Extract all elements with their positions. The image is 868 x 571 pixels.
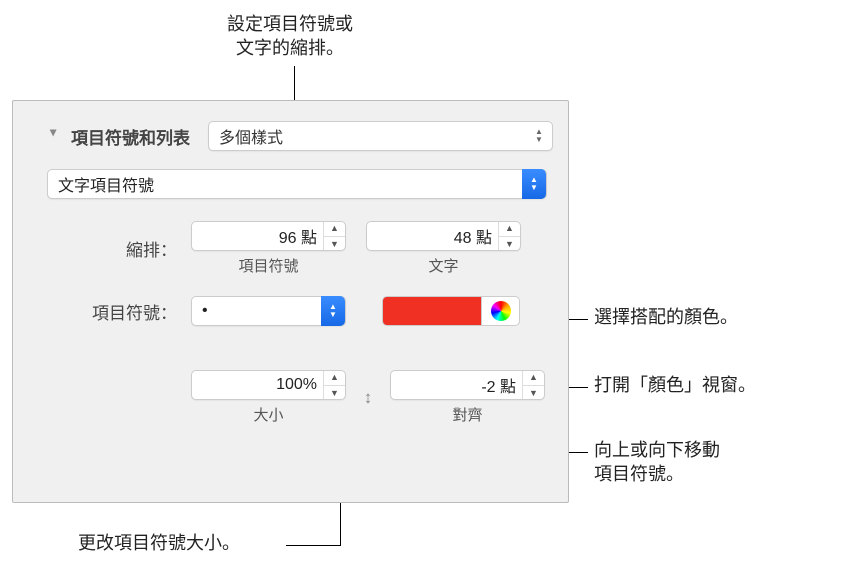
stepper-arrows-icon[interactable]: ▲▼ (522, 370, 544, 400)
bullet-type-value: 文字項目符號 (58, 172, 522, 196)
bullet-type-select[interactable]: 文字項目符號 ▲▼ (47, 169, 547, 199)
size-sublabel: 大小 (191, 404, 346, 425)
size-stepper[interactable]: 100% ▲▼ (191, 370, 346, 400)
callout-colorwin-text: 打開「顏色」視窗。 (594, 375, 756, 395)
updown-icon: ▲▼ (321, 296, 345, 326)
indent-text-stepper[interactable]: 48 點 ▲▼ (366, 221, 521, 251)
indent-group: 96 點 ▲▼ 項目符號 48 點 ▲▼ 文字 (191, 221, 521, 276)
size-align-row: 100% ▲▼ 大小 ↕ -2 點 ▲▼ 對齊 (191, 370, 553, 425)
color-wheel-icon (491, 301, 511, 321)
callout-move: 向上或向下移動 項目符號。 (594, 438, 720, 487)
size-value: 100% (192, 376, 323, 394)
color-picker-button[interactable] (482, 296, 520, 326)
callout-size-text: 更改項目符號大小。 (78, 533, 240, 553)
indent-row: 縮排： 96 點 ▲▼ 項目符號 48 點 ▲▼ 文字 (47, 221, 553, 276)
indent-text-col: 48 點 ▲▼ 文字 (366, 221, 521, 276)
section-header: ▸ 項目符號和列表 多個樣式 ▲▼ (47, 121, 553, 151)
indent-bullet-col: 96 點 ▲▼ 項目符號 (191, 221, 346, 276)
indent-bullet-sublabel: 項目符號 (191, 255, 346, 276)
format-panel: ▸ 項目符號和列表 多個樣式 ▲▼ 文字項目符號 ▲▼ 縮排： 96 點 ▲▼ … (12, 100, 569, 503)
indent-bullet-value: 96 點 (192, 224, 323, 248)
indent-label: 縮排： (47, 236, 177, 261)
callout-color: 選擇搭配的顏色。 (594, 305, 738, 329)
stepper-arrows-icon[interactable]: ▲▼ (323, 370, 345, 400)
callout-indent-text: 設定項目符號或 文字的縮排。 (227, 14, 353, 58)
bullet-char-select[interactable]: • ▲▼ (191, 296, 346, 326)
leader-size-h (286, 545, 341, 546)
indent-text-sublabel: 文字 (366, 255, 521, 276)
bullet-char-value: • (202, 302, 321, 320)
align-col: -2 點 ▲▼ 對齊 (390, 370, 545, 425)
section-title: 項目符號和列表 (71, 124, 190, 149)
bullet-color-swatch[interactable] (382, 296, 482, 326)
list-style-select[interactable]: 多個樣式 ▲▼ (208, 121, 553, 151)
list-style-value: 多個樣式 (219, 124, 283, 148)
stepper-arrows-icon[interactable]: ▲▼ (498, 221, 520, 251)
callout-size: 更改項目符號大小。 (78, 531, 240, 555)
updown-icon: ▲▼ (522, 169, 546, 199)
callout-color-text: 選擇搭配的顏色。 (594, 307, 738, 327)
disclosure-triangle-icon[interactable]: ▸ (46, 129, 63, 143)
stepper-arrows-icon[interactable]: ▲▼ (323, 221, 345, 251)
size-col: 100% ▲▼ 大小 (191, 370, 346, 425)
callout-indent: 設定項目符號或 文字的縮排。 (180, 12, 400, 61)
vertical-align-icon: ↕ (358, 383, 378, 413)
bullet-row: 項目符號： • ▲▼ (47, 296, 553, 326)
indent-text-value: 48 點 (367, 224, 498, 248)
bullet-label: 項目符號： (47, 299, 177, 324)
callout-colorwin: 打開「顏色」視窗。 (594, 373, 756, 397)
callout-move-text: 向上或向下移動 項目符號。 (594, 440, 720, 484)
align-value: -2 點 (391, 373, 522, 397)
indent-bullet-stepper[interactable]: 96 點 ▲▼ (191, 221, 346, 251)
align-sublabel: 對齊 (390, 404, 545, 425)
align-stepper[interactable]: -2 點 ▲▼ (390, 370, 545, 400)
updown-icon: ▲▼ (530, 125, 548, 147)
